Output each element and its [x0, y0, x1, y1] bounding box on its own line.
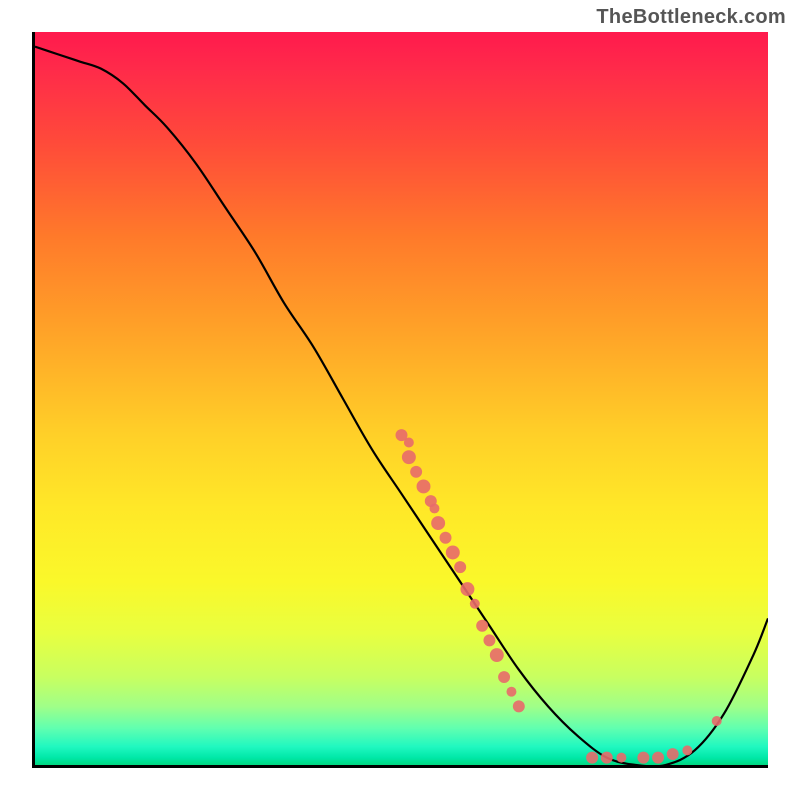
data-marker [682, 745, 692, 755]
data-marker [712, 716, 722, 726]
bottleneck-curve [35, 47, 768, 765]
data-marker [429, 503, 439, 513]
data-marker [637, 752, 649, 764]
data-marker [586, 752, 598, 764]
data-marker [506, 687, 516, 697]
data-marker [454, 561, 466, 573]
data-marker [483, 634, 495, 646]
data-marker [470, 599, 480, 609]
chart-container: TheBottleneck.com [0, 0, 800, 800]
data-marker [404, 438, 414, 448]
data-marker [446, 545, 460, 559]
data-marker [490, 648, 504, 662]
data-marker [440, 532, 452, 544]
data-marker [431, 516, 445, 530]
data-marker [498, 671, 510, 683]
data-marker [616, 753, 626, 763]
data-marker [601, 752, 613, 764]
data-markers-group [396, 429, 722, 763]
data-marker [513, 700, 525, 712]
data-marker [476, 620, 488, 632]
watermark-text: TheBottleneck.com [596, 6, 786, 29]
data-marker [417, 479, 431, 493]
data-marker [410, 466, 422, 478]
plot-area [32, 32, 768, 768]
data-marker [667, 748, 679, 760]
data-marker [652, 752, 664, 764]
data-marker [460, 582, 474, 596]
chart-svg [35, 32, 768, 765]
data-marker [402, 450, 416, 464]
